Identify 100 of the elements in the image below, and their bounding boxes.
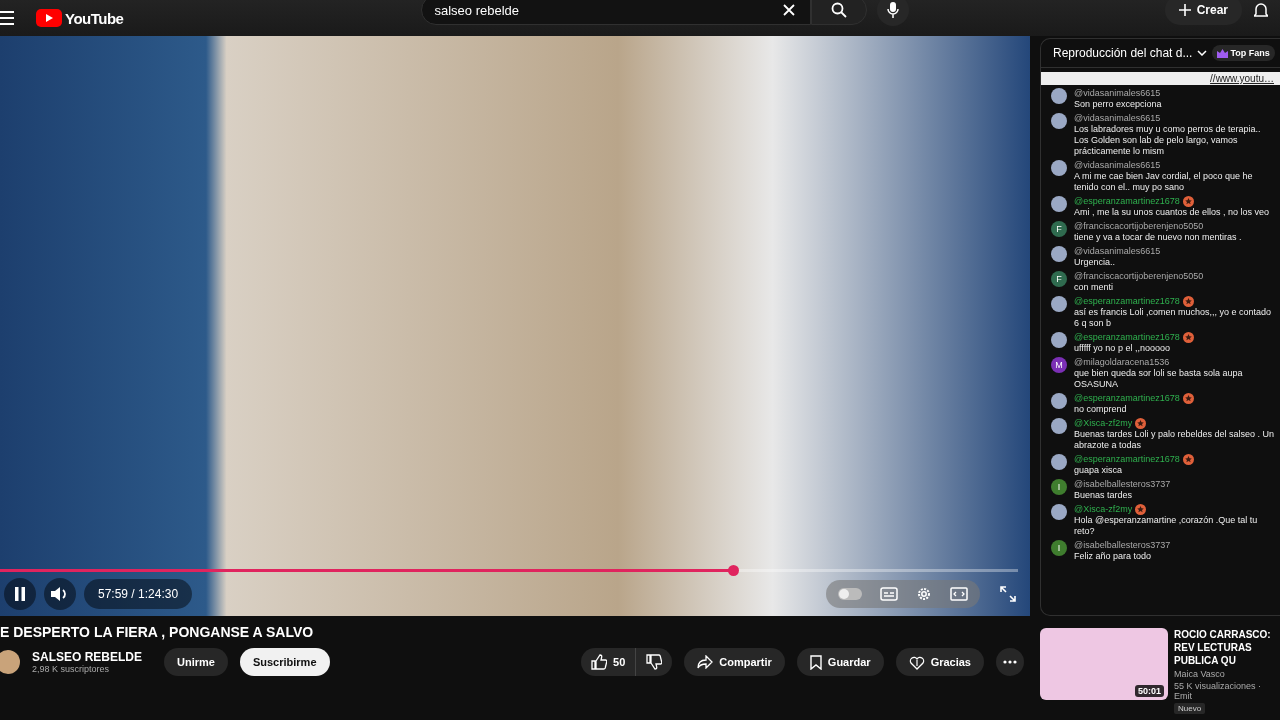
speaker-icon <box>51 586 69 602</box>
chat-message: ufffff yo no p el ,,nooooo <box>1074 343 1171 354</box>
recommended-channel[interactable]: Maica Vasco <box>1174 669 1280 679</box>
chat-author[interactable]: @esperanzamartinez1678 <box>1074 393 1180 404</box>
microphone-icon <box>887 2 900 18</box>
video-thumbnail[interactable]: 50:01 <box>1040 628 1168 700</box>
chat-author[interactable]: @Xisca-zf2my <box>1074 418 1133 429</box>
clear-icon[interactable] <box>783 4 796 16</box>
chat-author[interactable]: @Xisca-zf2my <box>1074 504 1133 515</box>
pause-icon <box>14 587 26 601</box>
user-avatar: F <box>1051 271 1067 287</box>
chat-message: Feliz año para todo <box>1074 551 1153 562</box>
chat-message: A mi me cae bien Jav cordial, el poco que he tenido con el.. muy po sano <box>1074 171 1254 193</box>
member-badge-icon <box>1182 196 1194 207</box>
member-badge-icon <box>1182 332 1194 343</box>
chat-author[interactable]: @vidasanimales6615 <box>1074 160 1161 171</box>
search-button[interactable] <box>811 0 868 25</box>
chat-author[interactable]: @franciscacortijoberenjeno5050 <box>1074 221 1204 232</box>
chat-author[interactable]: @franciscacortijoberenjeno5050 <box>1074 271 1204 282</box>
dots-icon <box>1003 660 1017 664</box>
member-badge-icon <box>1135 418 1147 429</box>
chat-message: tiene y va a tocar de nuevo non mentiras . <box>1074 232 1243 243</box>
channel-avatar[interactable] <box>0 650 20 674</box>
user-avatar <box>1051 246 1067 262</box>
chat-author[interactable]: @vidasanimales6615 <box>1074 246 1161 257</box>
crown-icon <box>1217 48 1229 58</box>
user-avatar <box>1051 418 1067 434</box>
search-field[interactable]: salseo rebelde <box>421 0 812 25</box>
chat-message: con menti <box>1074 282 1115 293</box>
progress-handle[interactable] <box>727 565 739 576</box>
chat-message: Hola @esperanzamartine ,corazón .Que tal tu reto? <box>1074 515 1259 537</box>
chat-message: Ami , me la su unos cuantos de ellos , no los veo <box>1074 207 1271 218</box>
pause-button[interactable] <box>4 578 36 610</box>
user-avatar: M <box>1051 357 1067 373</box>
thumbs-up-icon <box>591 654 607 670</box>
chat-message: no comprend <box>1074 404 1128 415</box>
chat-author[interactable]: @milagoldaracena1536 <box>1074 357 1170 368</box>
chat-author[interactable]: @esperanzamartinez1678 <box>1074 332 1180 343</box>
subscriber-count: 2,98 K suscriptores <box>32 664 111 674</box>
create-button[interactable]: Crear <box>1164 0 1242 25</box>
recommended-title[interactable]: ROCIO CARRASCO: REV LECTURAS PUBLICA QU <box>1174 628 1280 667</box>
user-avatar <box>1051 454 1067 470</box>
user-avatar: I <box>1051 479 1067 495</box>
like-button[interactable]: 50 <box>581 648 637 676</box>
subscribe-button[interactable]: Suscribirme <box>239 648 330 676</box>
chat-author[interactable]: @esperanzamartinez1678 <box>1074 454 1180 465</box>
miniplayer-icon[interactable] <box>950 587 968 601</box>
chat-author[interactable]: @esperanzamartinez1678 <box>1074 196 1180 207</box>
user-avatar <box>1051 113 1067 129</box>
volume-button[interactable] <box>44 578 76 610</box>
chat-message: así es francis Loli ,comen muchos,,, yo e contado 6 q son b <box>1074 307 1273 329</box>
pinned-message[interactable]: //www.youtu… <box>1041 72 1280 85</box>
join-button[interactable]: Unirme <box>164 648 228 676</box>
chat-message: Buenas tardes Loli y palo rebeldes del salseo . Un abrazote a todas <box>1074 429 1276 451</box>
chat-message: Urgencia.. <box>1074 257 1117 268</box>
user-avatar: I <box>1051 540 1067 556</box>
recommended-views: 55 K visualizaciones · Emit <box>1174 681 1263 701</box>
chat-author[interactable]: @isabelballesteros3737 <box>1074 479 1171 490</box>
heart-icon <box>908 654 925 670</box>
user-avatar <box>1051 296 1067 312</box>
chevron-down-icon[interactable] <box>1197 50 1208 56</box>
top-fans-chip[interactable]: Top Fans <box>1212 45 1275 61</box>
share-arrow-icon <box>697 655 714 669</box>
channel-name[interactable]: SALSEO REBELDE <box>32 650 142 664</box>
menu-icon[interactable] <box>0 11 14 25</box>
user-avatar <box>1051 504 1067 520</box>
user-avatar <box>1051 332 1067 348</box>
time-display: 57:59 / 1:24:30 <box>84 579 193 609</box>
thanks-button[interactable]: Gracias <box>895 648 984 676</box>
more-button[interactable] <box>996 648 1024 676</box>
chat-author[interactable]: @vidasanimales6615 <box>1074 88 1161 99</box>
search-icon <box>831 2 848 18</box>
chat-author[interactable]: @vidasanimales6615 <box>1074 113 1161 124</box>
member-badge-icon <box>1182 454 1194 465</box>
member-badge-icon <box>1182 393 1194 404</box>
share-button[interactable]: Compartir <box>684 648 785 676</box>
play-logo-icon <box>36 9 62 27</box>
bell-icon[interactable] <box>1254 2 1268 18</box>
subtitles-icon[interactable] <box>880 587 898 601</box>
video-frame[interactable]: 57:59 / 1:24:30 <box>0 36 1030 616</box>
chat-message: Buenas tardes <box>1074 490 1134 501</box>
bookmark-icon <box>809 654 822 670</box>
pinned-link[interactable]: //www.youtu… <box>1210 73 1274 84</box>
plus-icon <box>1178 4 1191 16</box>
chat-message: que bien queda sor loli se basta sola aupa OSASUNA <box>1074 368 1244 390</box>
settings-icon[interactable] <box>916 586 932 602</box>
fullscreen-icon[interactable] <box>1000 586 1016 602</box>
chat-title[interactable]: Reproducción del chat d... <box>1053 46 1193 60</box>
duration-badge: 50:01 <box>1134 685 1164 697</box>
dislike-button[interactable] <box>636 648 673 676</box>
microphone-button[interactable] <box>877 0 910 26</box>
autoplay-toggle[interactable] <box>838 588 862 600</box>
chat-author[interactable]: @esperanzamartinez1678 <box>1074 296 1180 307</box>
chat-message: Los labradores muy u como perros de terapia.. Los Golden son lab de pelo largo, vamos prácticamente lo mism <box>1074 124 1262 157</box>
new-badge: Nuevo <box>1174 703 1206 714</box>
user-avatar: F <box>1051 221 1067 237</box>
video-title: E DESPERTO LA FIERA , PONGANSE A SALVO <box>0 624 315 640</box>
chat-author[interactable]: @isabelballesteros3737 <box>1074 540 1171 551</box>
user-avatar <box>1051 393 1067 409</box>
save-button[interactable]: Guardar <box>796 648 884 676</box>
